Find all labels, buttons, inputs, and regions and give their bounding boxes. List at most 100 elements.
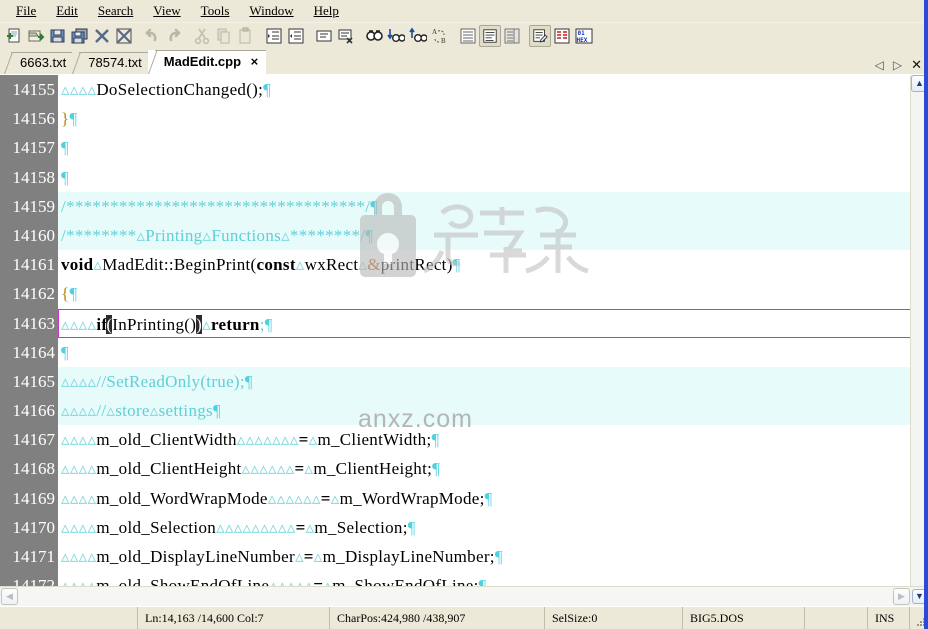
column-mode-icon[interactable]: [551, 25, 573, 47]
code-text[interactable]: ¶: [58, 338, 910, 367]
code-text[interactable]: ▵▵▵▵DoSelectionChanged();¶: [58, 75, 910, 104]
code-line[interactable]: 14163 ▵▵▵▵if(InPrinting())▵return;¶: [0, 308, 910, 338]
code-line[interactable]: 14161 void▵MadEdit::BeginPrint(const▵wxRe…: [0, 250, 910, 280]
code-text[interactable]: ¶: [58, 163, 910, 192]
code-token: m_old_DisplayLineNumber: [96, 547, 295, 566]
code-line[interactable]: 14160/********▵Printing▵Functions▵******…: [0, 220, 910, 251]
menu-item-file[interactable]: File: [6, 1, 46, 21]
undo-icon[interactable]: [141, 25, 163, 47]
code-text[interactable]: ▵▵▵▵m_old_ShowEndOfLine▵▵▵▵▵=▵m_ShowEndO…: [58, 571, 910, 586]
code-text[interactable]: ¶: [58, 133, 910, 162]
unindent-icon[interactable]: [285, 25, 307, 47]
code-line[interactable]: 14170 ▵▵▵▵m_old_Selection▵▵▵▵▵▵▵▵▵=▵m_Sel…: [0, 512, 910, 542]
find-next-icon[interactable]: [385, 25, 407, 47]
replace-icon[interactable]: AB: [429, 25, 451, 47]
code-text[interactable]: /********▵Printing▵Functions▵********/¶: [58, 220, 910, 251]
code-token: m_ShowEndOfLine;: [332, 576, 479, 586]
vertical-scroll-track[interactable]: [911, 92, 928, 586]
code-token: m_WordWrapMode;: [339, 488, 485, 508]
code-token: /********: [61, 225, 137, 245]
indent-icon[interactable]: [263, 25, 285, 47]
code-line[interactable]: 14164 ¶: [0, 337, 910, 367]
find-icon[interactable]: [363, 25, 385, 47]
code-line[interactable]: 14171 ▵▵▵▵m_old_DisplayLineNumber▵=▵m_Dis…: [0, 542, 910, 572]
paste-icon[interactable]: [235, 25, 257, 47]
tab-close-all-icon[interactable]: ✕: [911, 58, 922, 71]
code-text[interactable]: ▵▵▵▵m_old_DisplayLineNumber▵=▵m_DisplayL…: [58, 542, 910, 571]
menu-item-edit[interactable]: Edit: [46, 1, 88, 21]
close-file-icon[interactable]: [91, 25, 113, 47]
code-text[interactable]: ▵▵▵▵m_old_ClientWidth▵▵▵▵▵▵▵=▵m_ClientWi…: [58, 425, 910, 454]
scroll-right-button[interactable]: ▶: [893, 588, 910, 605]
code-line[interactable]: 14158 ¶: [0, 162, 910, 192]
menu-item-search[interactable]: Search: [88, 1, 143, 21]
text-mode-icon[interactable]: [529, 24, 551, 47]
menu-item-view[interactable]: View: [143, 1, 190, 21]
tab-close-icon[interactable]: ×: [251, 54, 259, 69]
vertical-scrollbar[interactable]: ▲: [910, 75, 928, 586]
code-token: store: [115, 401, 150, 421]
copy-icon[interactable]: [213, 25, 235, 47]
code-line[interactable]: 14169 ▵▵▵▵m_old_WordWrapMode▵▵▵▵▵▵=▵m_Wor…: [0, 483, 910, 513]
code-line[interactable]: 14157 ¶: [0, 133, 910, 163]
new-file-icon[interactable]: [3, 25, 25, 47]
line-number: 14156: [0, 104, 58, 134]
save-icon[interactable]: [47, 25, 69, 47]
no-wrap-icon[interactable]: [457, 25, 479, 47]
scroll-up-button[interactable]: ▲: [911, 75, 928, 92]
code-text[interactable]: {¶: [58, 279, 910, 308]
code-token: ▵▵▵▵: [61, 459, 97, 479]
tab-prev-icon[interactable]: ◁: [875, 59, 884, 71]
code-token: ▵: [323, 576, 333, 586]
toolbar: AB 01 HEX: [0, 22, 928, 48]
horizontal-scroll-track[interactable]: [19, 587, 892, 606]
code-text[interactable]: ▵▵▵▵//SetReadOnly(true);¶: [58, 366, 910, 397]
code-token: ▵▵▵▵: [61, 517, 97, 537]
menu-item-tools[interactable]: Tools: [191, 1, 240, 21]
code-line[interactable]: 14172 ▵▵▵▵m_old_ShowEndOfLine▵▵▵▵▵=▵m_Sho…: [0, 571, 910, 586]
horizontal-scrollbar[interactable]: ◀ ▶ ▼: [0, 586, 928, 606]
uncomment-icon[interactable]: [335, 25, 357, 47]
tab-6663-txt[interactable]: 6663.txt: [4, 52, 79, 74]
tab-madedit-cpp[interactable]: MadEdit.cpp ×: [147, 50, 267, 74]
hex-mode-icon[interactable]: 01 HEX: [573, 25, 595, 47]
code-editor[interactable]: 14155 ▵▵▵▵DoSelectionChanged();¶ 14156}¶ 14…: [0, 75, 910, 586]
code-line[interactable]: 14168 ▵▵▵▵m_old_ClientHeight▵▵▵▵▵▵=▵m_Cli…: [0, 454, 910, 484]
menu-item-help[interactable]: Help: [304, 1, 349, 21]
tab-next-icon[interactable]: ▷: [893, 59, 902, 71]
code-token: m_old_ShowEndOfLine: [96, 576, 270, 586]
tab-label: 78574.txt: [88, 55, 142, 70]
menu-item-window[interactable]: Window: [239, 1, 303, 21]
cut-icon[interactable]: [191, 25, 213, 47]
code-text[interactable]: ▵▵▵▵m_old_WordWrapMode▵▵▵▵▵▵=▵m_WordWrap…: [58, 484, 910, 513]
code-text[interactable]: ▵▵▵▵if(InPrinting())▵return;¶: [58, 308, 910, 338]
code-line[interactable]: 14165 ▵▵▵▵//SetReadOnly(true);¶: [0, 366, 910, 397]
scroll-down-button[interactable]: ▼: [911, 587, 928, 606]
redo-icon[interactable]: [163, 25, 185, 47]
code-line[interactable]: 14156}¶: [0, 104, 910, 134]
editor-area: 14155 ▵▵▵▵DoSelectionChanged();¶ 14156}¶ 14…: [0, 75, 928, 586]
wrap-window-icon[interactable]: [479, 24, 501, 47]
code-token: ▵▵▵▵: [61, 401, 97, 421]
close-all-icon[interactable]: [113, 25, 135, 47]
code-line[interactable]: 14162 {¶: [0, 279, 910, 309]
open-file-icon[interactable]: [25, 25, 47, 47]
code-text[interactable]: ▵▵▵▵m_old_ClientHeight▵▵▵▵▵▵=▵m_ClientHe…: [58, 454, 910, 483]
comment-icon[interactable]: [313, 25, 335, 47]
find-prev-icon[interactable]: [407, 25, 429, 47]
code-text[interactable]: ▵▵▵▵//▵store▵settings¶: [58, 396, 910, 426]
code-text[interactable]: /**********************************/¶: [58, 191, 910, 221]
save-all-icon[interactable]: [69, 25, 91, 47]
line-number: 14169: [0, 483, 58, 513]
scroll-left-button[interactable]: ◀: [1, 588, 18, 605]
code-line[interactable]: 14155 ▵▵▵▵DoSelectionChanged();¶: [0, 75, 910, 105]
code-text[interactable]: }¶: [58, 104, 910, 133]
tab-78574-txt[interactable]: 78574.txt: [72, 52, 154, 74]
code-token: DoSelectionChanged();: [96, 80, 264, 99]
code-token: ▵▵▵▵▵▵: [241, 459, 295, 479]
code-text[interactable]: void▵MadEdit::BeginPrint(const▵wxRect▵&p…: [58, 250, 910, 279]
code-line[interactable]: 14159/**********************************…: [0, 191, 910, 221]
code-text[interactable]: ▵▵▵▵m_old_Selection▵▵▵▵▵▵▵▵▵=▵m_Selectio…: [58, 513, 910, 542]
wrap-column-icon[interactable]: [501, 25, 523, 47]
resize-grip-icon[interactable]: [910, 607, 928, 629]
